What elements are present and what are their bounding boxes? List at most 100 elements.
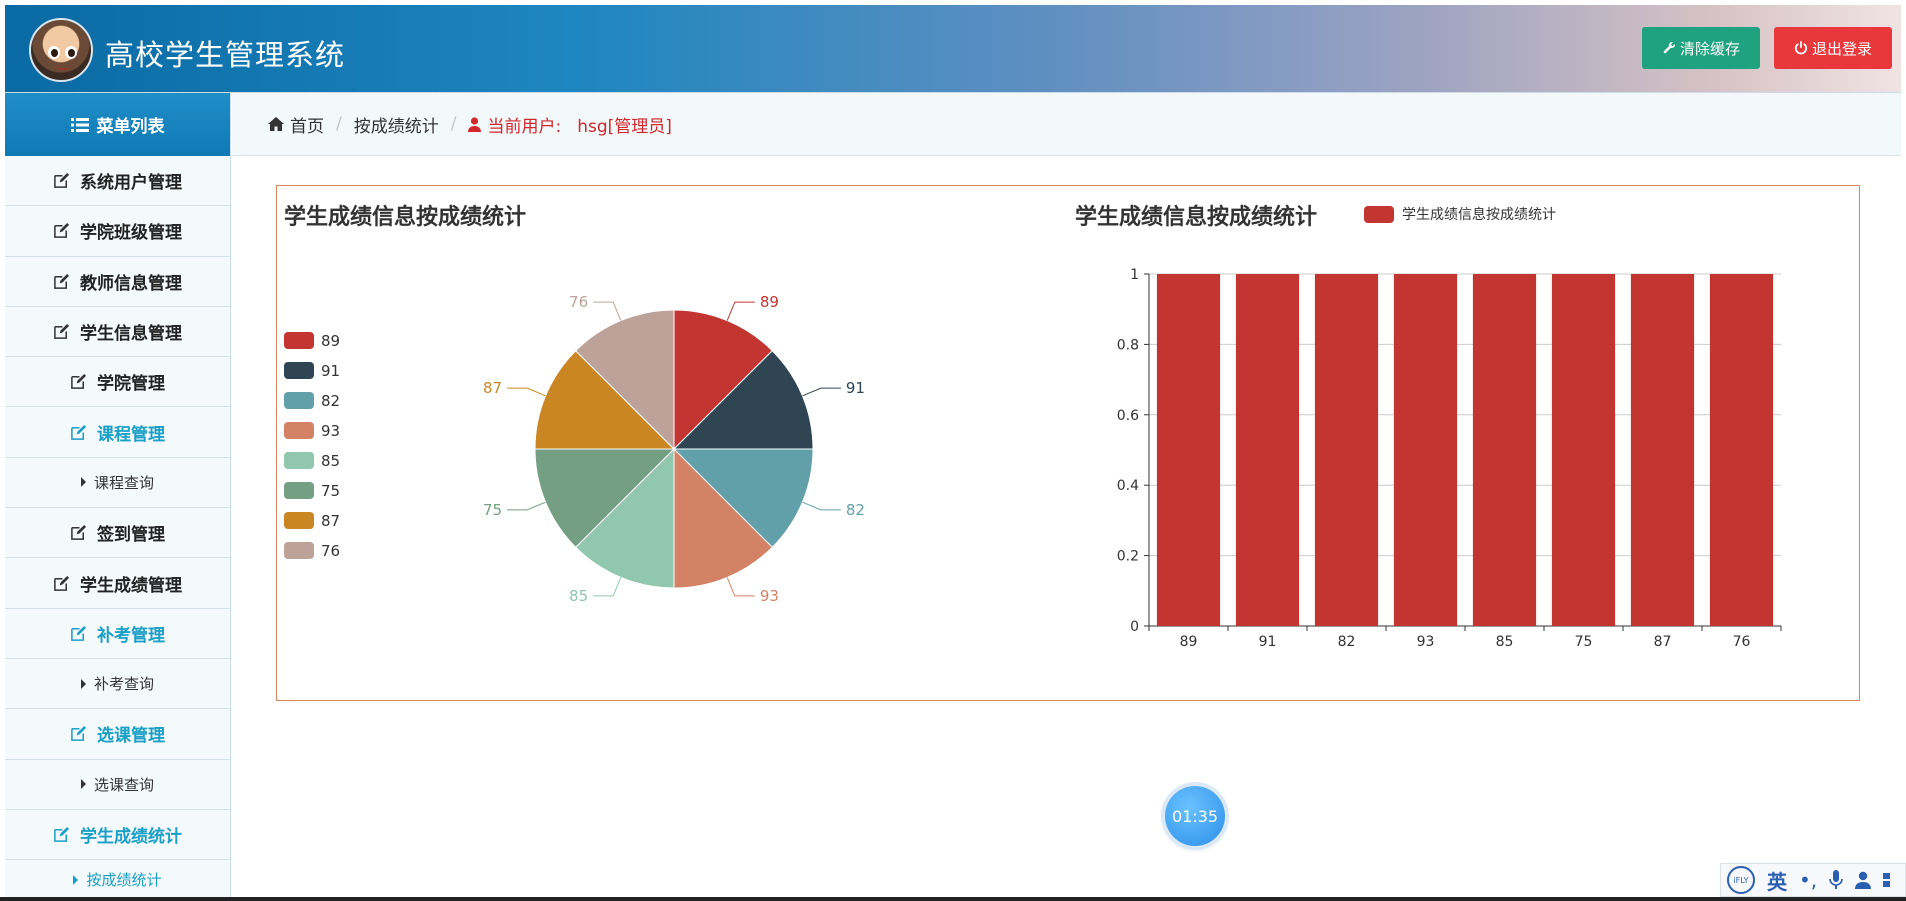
punctuation-icon[interactable]: •, — [1799, 868, 1817, 892]
sidebar-item-label: 学生信息管理 — [80, 324, 182, 345]
breadcrumb: 首页 / 按成绩统计 / 当前用户: hsg[管理员] — [232, 93, 1901, 156]
bar — [1630, 274, 1695, 626]
bar — [1709, 274, 1774, 626]
pie-label-line — [726, 301, 755, 321]
ime-language-toggle[interactable]: 英 — [1767, 866, 1787, 895]
breadcrumb-separator: / — [336, 114, 342, 134]
bar-x-tick-label: 91 — [1259, 634, 1277, 650]
pie-label-line — [593, 301, 622, 321]
bar — [1393, 274, 1458, 626]
pie-label-line — [507, 387, 546, 397]
pie-legend-swatch — [284, 542, 314, 559]
pie-legend-swatch — [284, 512, 314, 529]
bar-x-tick-label: 89 — [1180, 634, 1198, 650]
sidebar-item-7[interactable]: 签到管理 — [5, 508, 230, 559]
grid-icon[interactable] — [1883, 871, 1893, 889]
sidebar-item-2[interactable]: 教师信息管理 — [5, 256, 230, 307]
sidebar-item-11[interactable]: 选课管理 — [5, 709, 230, 760]
bar — [1551, 274, 1616, 626]
pie-slice-label: 89 — [760, 293, 779, 311]
breadcrumb-separator: / — [450, 114, 457, 134]
menu-list-label: 菜单列表 — [96, 117, 165, 137]
list-icon — [70, 117, 89, 132]
pie-label-line — [593, 577, 622, 597]
edit-icon — [54, 173, 70, 189]
edit-icon — [71, 726, 87, 742]
sidebar-item-label: 教师信息管理 — [80, 273, 182, 294]
pie-legend-label: 91 — [321, 362, 340, 380]
power-icon — [1794, 41, 1808, 55]
sidebar-item-4[interactable]: 学院管理 — [5, 357, 230, 408]
sidebar-item-9[interactable]: 补考管理 — [5, 608, 230, 659]
pie-slice-label: 91 — [846, 379, 865, 397]
pie-legend-label: 76 — [321, 542, 340, 560]
pie-legend-swatch — [284, 392, 314, 409]
window-bottom-edge — [0, 897, 1906, 901]
edit-icon — [54, 223, 70, 239]
edit-icon — [54, 273, 70, 289]
edit-icon — [71, 424, 87, 440]
edit-icon — [71, 374, 87, 390]
countdown-timer[interactable]: 01:35 — [1165, 786, 1225, 846]
sidebar-item-3[interactable]: 学生信息管理 — [5, 306, 230, 358]
sidebar-item-6[interactable]: 课程查询 — [5, 457, 230, 509]
top-header: 高校学生管理系统 清除缓存 退出登录 — [5, 5, 1901, 93]
bar-x-tick-label: 76 — [1733, 634, 1751, 650]
bar-y-tick-label: 0 — [1130, 619, 1139, 635]
bar — [1314, 274, 1379, 626]
sidebar-item-0[interactable]: 系统用户管理 — [5, 156, 230, 207]
sidebar-item-label: 选课查询 — [93, 775, 154, 794]
wrench-icon — [1663, 42, 1676, 54]
sidebar-item-13[interactable]: 学生成绩统计 — [5, 809, 230, 861]
current-user-label: 当前用户: — [487, 116, 562, 137]
app-title: 高校学生管理系统 — [105, 38, 346, 72]
current-user-name: hsg[管理员] — [577, 116, 672, 137]
edit-icon — [71, 625, 87, 641]
pie-legend-label: 93 — [321, 422, 340, 440]
home-icon — [268, 117, 284, 131]
bar-y-tick-label: 1 — [1130, 267, 1139, 283]
chart-panel: 学生成绩信息按成绩统计 学生成绩信息按成绩统计 学生成绩信息按成绩统计 89 91… — [276, 185, 1860, 701]
sidebar: 菜单列表 系统用户管理学院班级管理 教师信息管理 学生信息管理 学院管理课程管理课程查… — [5, 93, 231, 901]
sidebar-item-label: 学院班级管理 — [80, 223, 182, 244]
logout-button[interactable]: 退出登录 — [1774, 27, 1892, 69]
sidebar-item-label: 补考查询 — [93, 675, 154, 694]
ifly-logo[interactable]: iFLY — [1727, 866, 1755, 894]
current-user: 当前用户: hsg[管理员] — [468, 112, 672, 137]
sidebar-item-label: 学院管理 — [97, 374, 165, 395]
breadcrumb-home[interactable]: 首页 — [268, 112, 324, 137]
clear-cache-button[interactable]: 清除缓存 — [1642, 27, 1760, 69]
sidebar-item-12[interactable]: 选课查询 — [5, 759, 230, 810]
pie-legend-swatch — [284, 332, 314, 349]
pie-slice-label: 85 — [569, 587, 588, 605]
caret-right-icon — [80, 678, 86, 689]
bar-x-tick-label: 75 — [1575, 634, 1593, 650]
caret-right-icon — [73, 874, 79, 885]
pie-legend-swatch — [284, 482, 314, 499]
bar-y-tick-label: 0.8 — [1117, 337, 1139, 353]
pie-label-line — [802, 387, 841, 397]
sidebar-item-5[interactable]: 课程管理 — [5, 407, 230, 458]
pie-legend-swatch — [284, 362, 314, 379]
pie-legend-label: 85 — [321, 452, 340, 470]
caret-right-icon — [80, 779, 86, 790]
sidebar-item-1[interactable]: 学院班级管理 — [5, 206, 230, 257]
microphone-icon[interactable] — [1829, 870, 1843, 890]
pie-slice-label: 76 — [569, 293, 588, 311]
caret-right-icon — [80, 477, 86, 488]
bar-x-tick-label: 93 — [1417, 634, 1435, 650]
bar-x-tick-label: 87 — [1654, 634, 1672, 650]
edit-icon — [54, 826, 70, 842]
sidebar-item-label: 课程查询 — [93, 473, 154, 492]
pie-slice-label: 93 — [760, 587, 779, 605]
pie-slice-label: 87 — [483, 379, 502, 397]
sidebar-item-label: 学生成绩统计 — [80, 827, 182, 847]
sidebar-item-10[interactable]: 补考查询 — [5, 658, 230, 710]
user-icon[interactable] — [1855, 871, 1872, 889]
bar-x-tick-label: 85 — [1496, 634, 1514, 650]
pie-legend-label: 89 — [321, 332, 340, 350]
sidebar-item-8[interactable]: 学生成绩管理 — [5, 558, 230, 609]
pie-label-line — [507, 501, 546, 511]
bar — [1235, 274, 1300, 626]
sidebar-item-14[interactable]: 按成绩统计 — [5, 860, 230, 901]
